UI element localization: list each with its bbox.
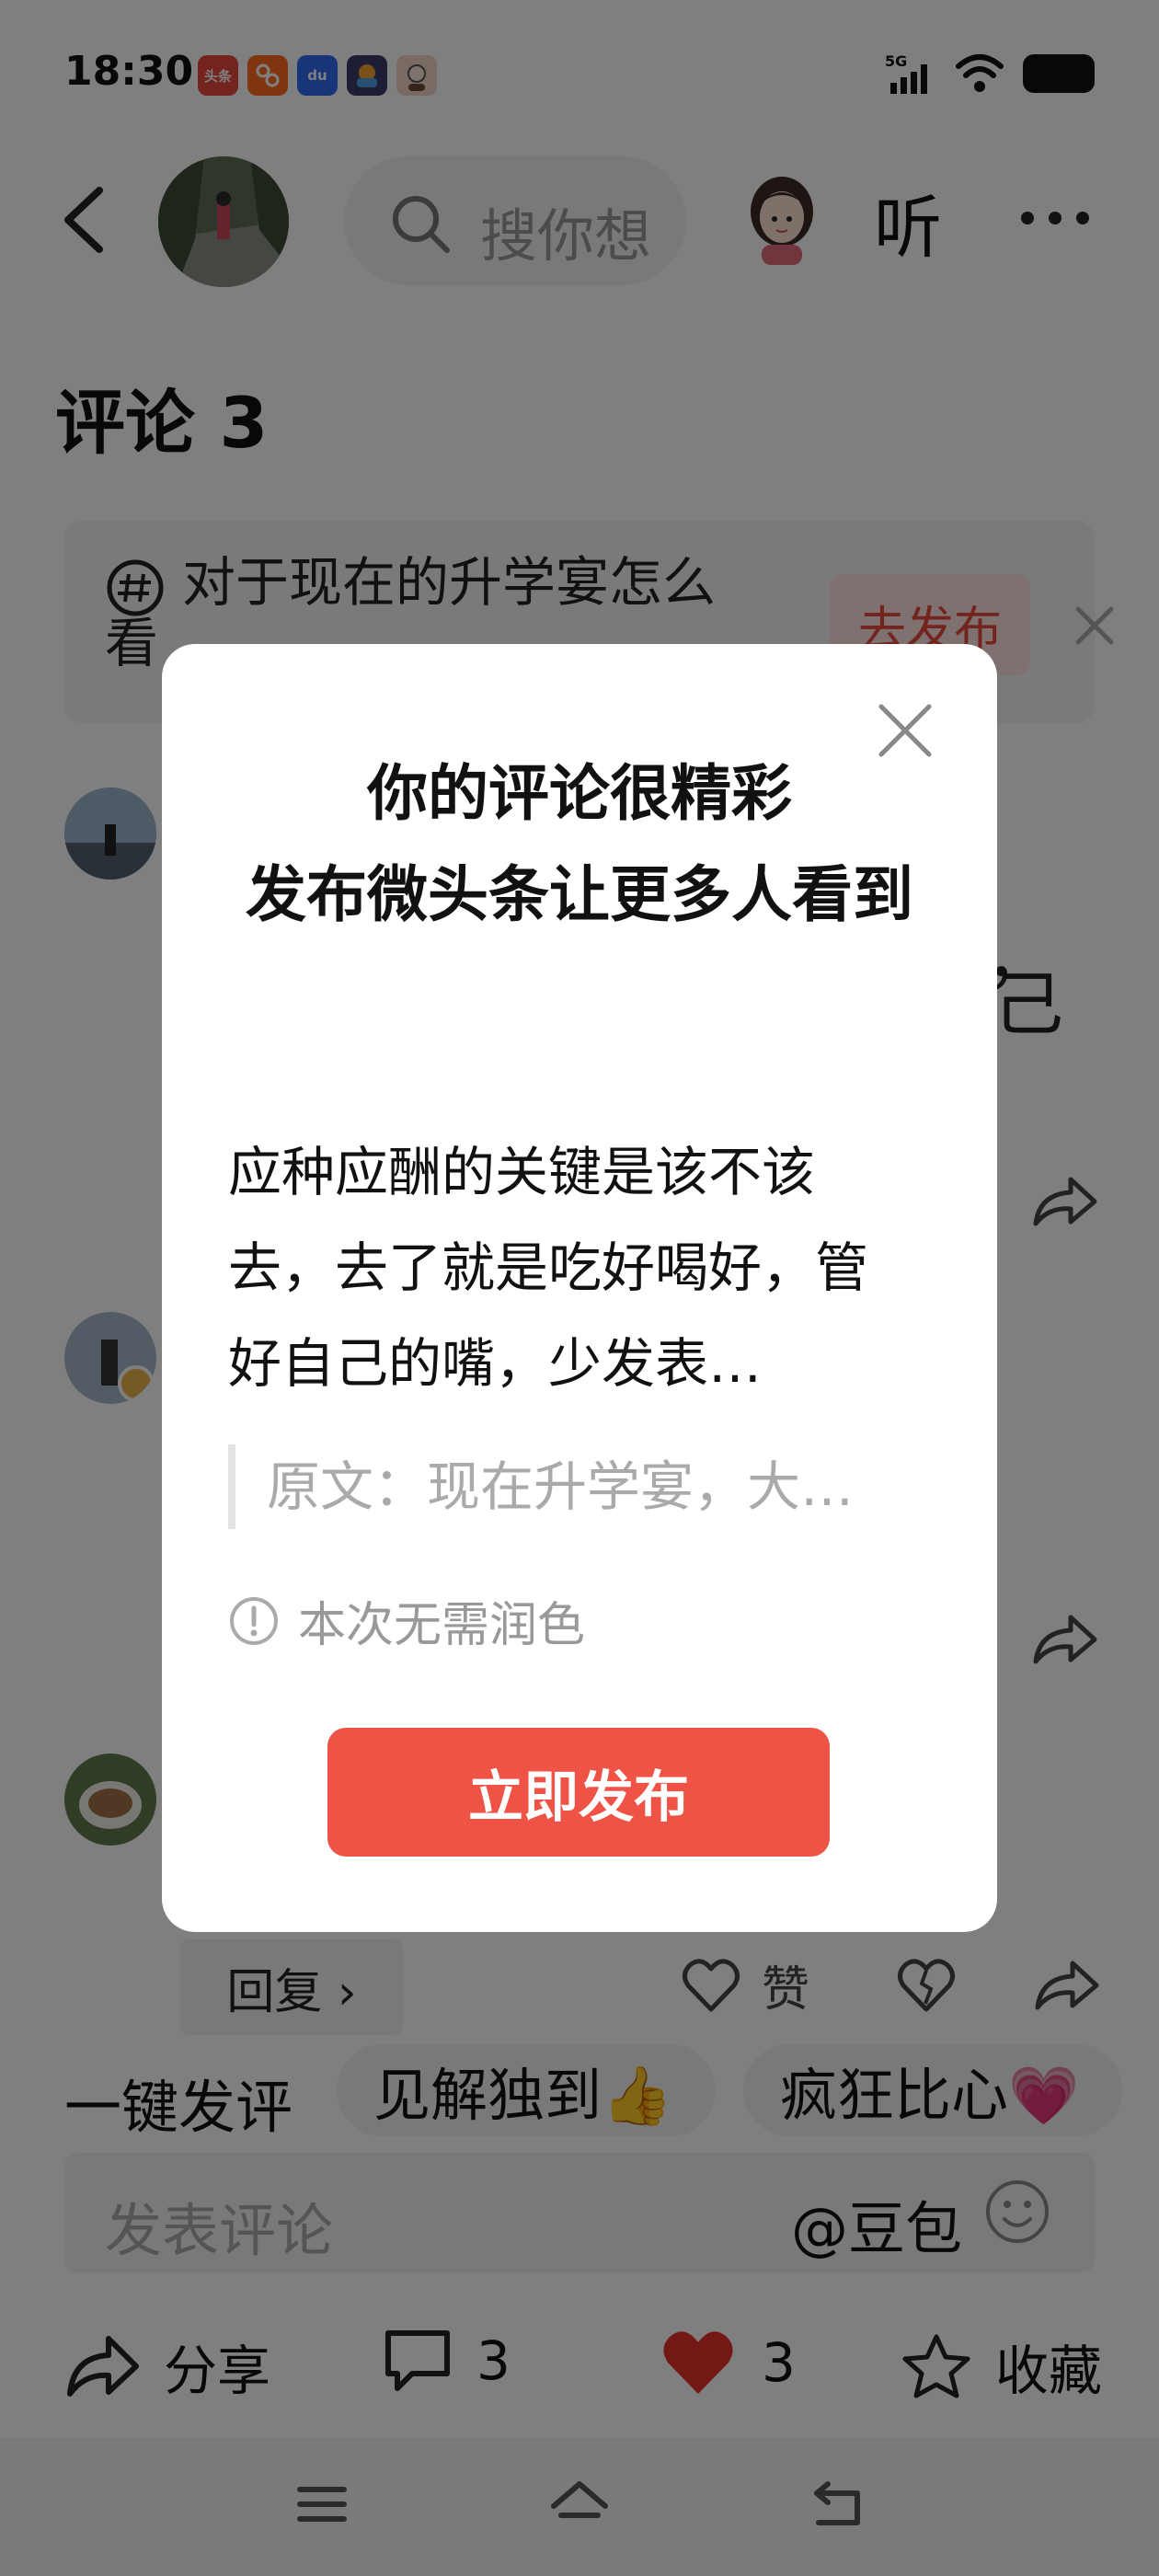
dialog-comment-text: 应种应酬的关键是该不该去，去了就是吃好喝好，管好自己的嘴，少发表… <box>228 1141 869 1395</box>
dialog-title-text: 你的评论很精彩 发布微头条让更多人看到 <box>246 758 913 930</box>
publish-dialog: 你的评论很精彩 发布微头条让更多人看到 应种应酬的关键是该不该去，去了就是吃好喝… <box>162 644 997 1932</box>
info-icon <box>230 1596 278 1645</box>
dialog-original-quote: 原文：现在升学宴，大… <box>228 1444 909 1529</box>
publish-now-button[interactable]: 立即发布 <box>327 1728 830 1857</box>
dialog-note: 本次无需润色 <box>228 1586 585 1655</box>
dialog-title: 你的评论很精彩 发布微头条让更多人看到 <box>217 743 942 946</box>
dialog-note-text: 本次无需润色 <box>298 1598 586 1653</box>
